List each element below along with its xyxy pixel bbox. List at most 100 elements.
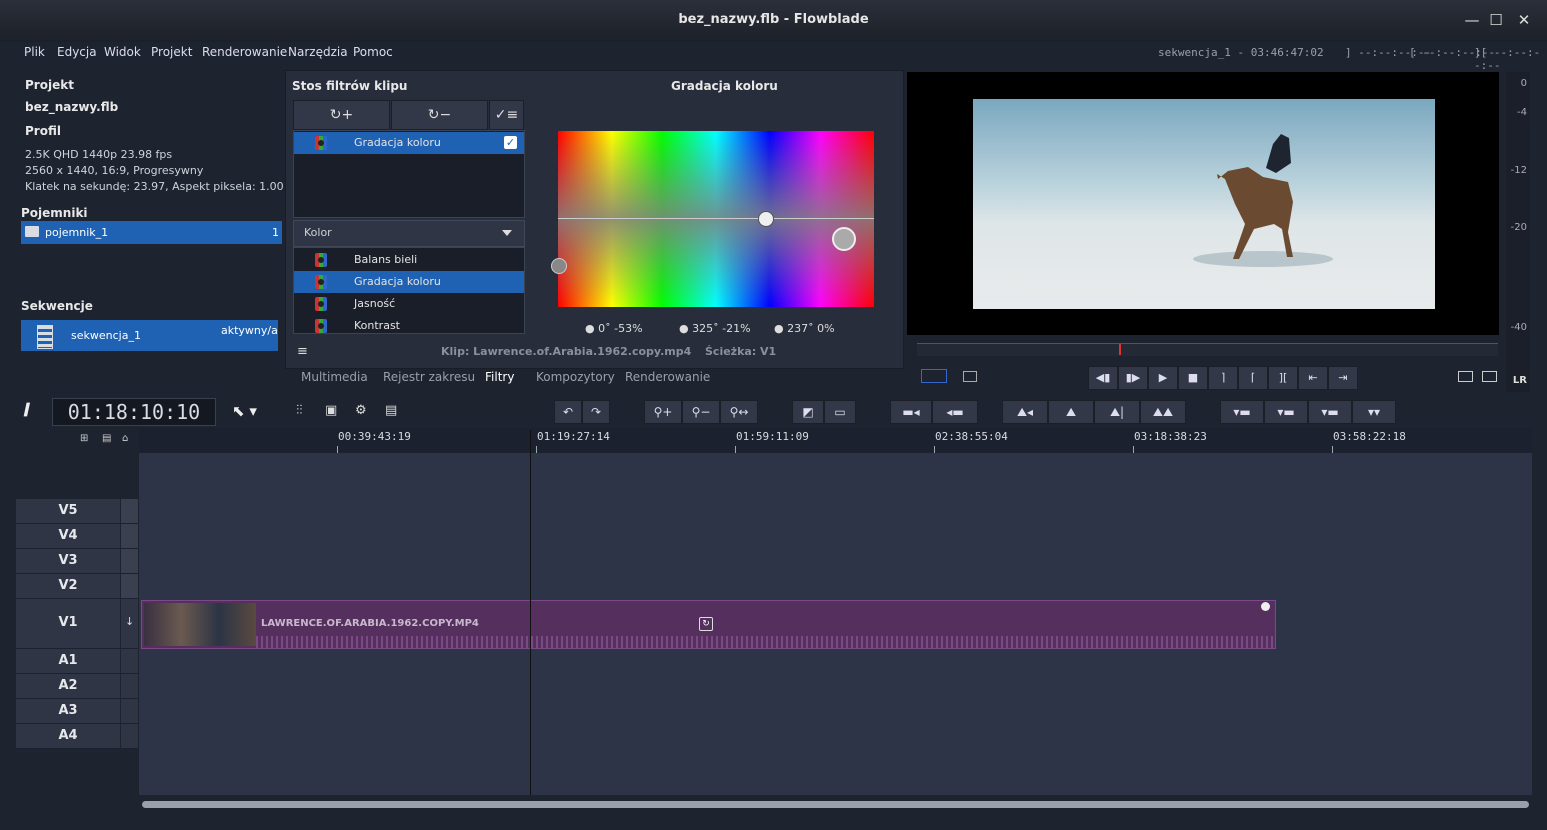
available-filter-item[interactable]: Balans bieli (294, 249, 524, 271)
lift-button[interactable]: ▬◂ (890, 400, 932, 424)
lock-icon[interactable]: ⌂ (122, 433, 128, 444)
mark-out-button[interactable]: ⌈ (1238, 366, 1268, 390)
maximize-icon[interactable]: ☐ (1486, 10, 1506, 30)
track-header-a4[interactable]: A4 (16, 724, 120, 749)
available-filter-item[interactable]: Jasność (294, 293, 524, 315)
filter-enabled-checkbox[interactable]: ✓ (504, 136, 517, 149)
overwrite-range-button[interactable]: ⛰⛰ (1140, 400, 1186, 424)
color-grading-box[interactable] (558, 131, 874, 307)
available-filter-item[interactable]: Kontrast (294, 315, 524, 337)
tab-multimedia[interactable]: Multimedia (301, 370, 368, 384)
monitor-scrubber[interactable] (917, 343, 1498, 356)
filter-indicator-icon: ↻ (699, 617, 713, 631)
sequence-row[interactable]: sekwencja_1 aktywny/a (21, 320, 278, 351)
track-lock-box[interactable] (121, 674, 138, 699)
timeline-clip[interactable]: LAWRENCE.OF.ARABIA.1962.COPY.MP4 ↻ (141, 600, 1276, 649)
track-lock-box[interactable] (121, 549, 138, 574)
zoom-in-button[interactable]: ⚲+ (644, 400, 682, 424)
filter-stack-item[interactable]: Gradacja koloru ✓ (294, 132, 524, 154)
undo-button[interactable]: ↶ (554, 400, 582, 424)
shadow-handle[interactable] (758, 211, 774, 227)
menu-renderowanie[interactable]: Renderowanie (202, 45, 287, 59)
clip-view-icon[interactable] (963, 371, 977, 382)
available-filter-item[interactable]: Gradacja koloru (294, 271, 524, 293)
close-icon[interactable]: ✕ (1514, 10, 1534, 30)
track-lock-box[interactable] (121, 649, 138, 674)
minimize-icon[interactable]: — (1462, 10, 1482, 30)
track-header-a3[interactable]: A3 (16, 699, 120, 724)
tab-range-log[interactable]: Rejestr zakresu (383, 370, 475, 384)
prev-frame-button[interactable]: ◀▮ (1088, 366, 1118, 390)
track-header-v2[interactable]: V2 (16, 574, 120, 599)
zoom-fit-button[interactable]: ⚲↔ (720, 400, 758, 424)
redo-button[interactable]: ↷ (582, 400, 610, 424)
next-frame-button[interactable]: ▮▶ (1118, 366, 1148, 390)
timeline-playhead[interactable] (530, 430, 531, 795)
track-height-icon[interactable]: ⊞ (80, 433, 88, 444)
sequence-status: aktywny/a (221, 324, 278, 337)
track-header-v5[interactable]: V5 (16, 499, 120, 524)
menu-pomoc[interactable]: Pomoc (353, 45, 393, 59)
titler-icon[interactable]: ▣ (325, 403, 337, 418)
remove-filter-button[interactable]: ↻− (391, 100, 488, 130)
menu-widok[interactable]: Widok (104, 45, 141, 59)
toggle-all-filters-button[interactable]: ✓≡ (489, 100, 524, 130)
track-lock-box[interactable] (121, 699, 138, 724)
menu-plik[interactable]: Plik (24, 45, 45, 59)
scrub-position-marker (1119, 344, 1121, 355)
track-action-4-button[interactable]: ▾▾ (1352, 400, 1396, 424)
stop-button[interactable]: ■ (1178, 366, 1208, 390)
track-lock-box[interactable] (121, 524, 138, 549)
pointer-tool-icon[interactable]: ⬉ ▾ (232, 402, 257, 420)
track-action-2-button[interactable]: ▾▬ (1264, 400, 1308, 424)
cut-button[interactable]: ◩ (792, 400, 824, 424)
g-mic-icon[interactable]: ⚙ (355, 403, 367, 418)
trim-view-icon[interactable] (1458, 371, 1473, 382)
filter-category-select[interactable]: Kolor (293, 220, 525, 247)
overwrite-button[interactable]: ⛰◂ (1002, 400, 1048, 424)
tab-compositors[interactable]: Kompozytory (536, 370, 615, 384)
timeline-view-icon[interactable] (921, 369, 947, 383)
track-lock-box[interactable] (121, 499, 138, 524)
mark-in-button[interactable]: ⌉ (1208, 366, 1238, 390)
add-filter-button[interactable]: ↻+ (293, 100, 390, 130)
timeline-horizontal-scrollbar[interactable] (142, 801, 1529, 808)
hamburger-menu-icon[interactable]: ≡ (297, 344, 308, 359)
track-action-1-button[interactable]: ▾▬ (1220, 400, 1264, 424)
menu-edycja[interactable]: Edycja (57, 45, 97, 59)
ruler-tick (337, 446, 338, 453)
track-info: Ścieżka: V1 (705, 345, 777, 358)
highlight-handle[interactable] (832, 227, 856, 251)
insert-button[interactable]: ⛰ (1048, 400, 1094, 424)
tab-filters[interactable]: Filtry (485, 370, 514, 384)
track-header-v3[interactable]: V3 (16, 549, 120, 574)
bin-row[interactable]: pojemnik_1 1 (21, 221, 282, 244)
clear-marks-button[interactable]: ][ (1268, 366, 1298, 390)
track-header-v4[interactable]: V4 (16, 524, 120, 549)
window-title: bez_nazwy.flb - Flowblade (678, 12, 869, 27)
track-lock-box[interactable] (121, 724, 138, 749)
track-target-box[interactable]: ↓ (121, 599, 138, 649)
midtone-handle[interactable] (551, 258, 567, 274)
track-header-v1[interactable]: V1 (16, 599, 120, 649)
zoom-out-button[interactable]: ⚲− (682, 400, 720, 424)
display-options-icon[interactable] (1482, 371, 1497, 382)
tab-render[interactable]: Renderowanie (625, 370, 710, 384)
clip-name: LAWRENCE.OF.ARABIA.1962.COPY.MP4 (261, 618, 479, 629)
render-queue-icon[interactable]: ▤ (385, 403, 397, 418)
splice-button[interactable]: ▭ (824, 400, 856, 424)
audio-mixer-icon[interactable]: ⫶⫶ (296, 403, 303, 418)
menu-narzedzia[interactable]: Narzędzia (288, 45, 348, 59)
to-mark-out-button[interactable]: ⇥ (1328, 366, 1358, 390)
play-button[interactable]: ▶ (1148, 366, 1178, 390)
track-action-3-button[interactable]: ▾▬ (1308, 400, 1352, 424)
append-button[interactable]: ⛰| (1094, 400, 1140, 424)
track-lock-box[interactable] (121, 574, 138, 599)
to-mark-in-button[interactable]: ⇤ (1298, 366, 1328, 390)
track-list-icon[interactable]: ▤ (102, 433, 111, 444)
menu-projekt[interactable]: Projekt (151, 45, 192, 59)
delete-button[interactable]: ◂▬ (932, 400, 978, 424)
track-header-a1[interactable]: A1 (16, 649, 120, 674)
track-header-a2[interactable]: A2 (16, 674, 120, 699)
sequences-heading: Sekwencje (21, 299, 93, 313)
